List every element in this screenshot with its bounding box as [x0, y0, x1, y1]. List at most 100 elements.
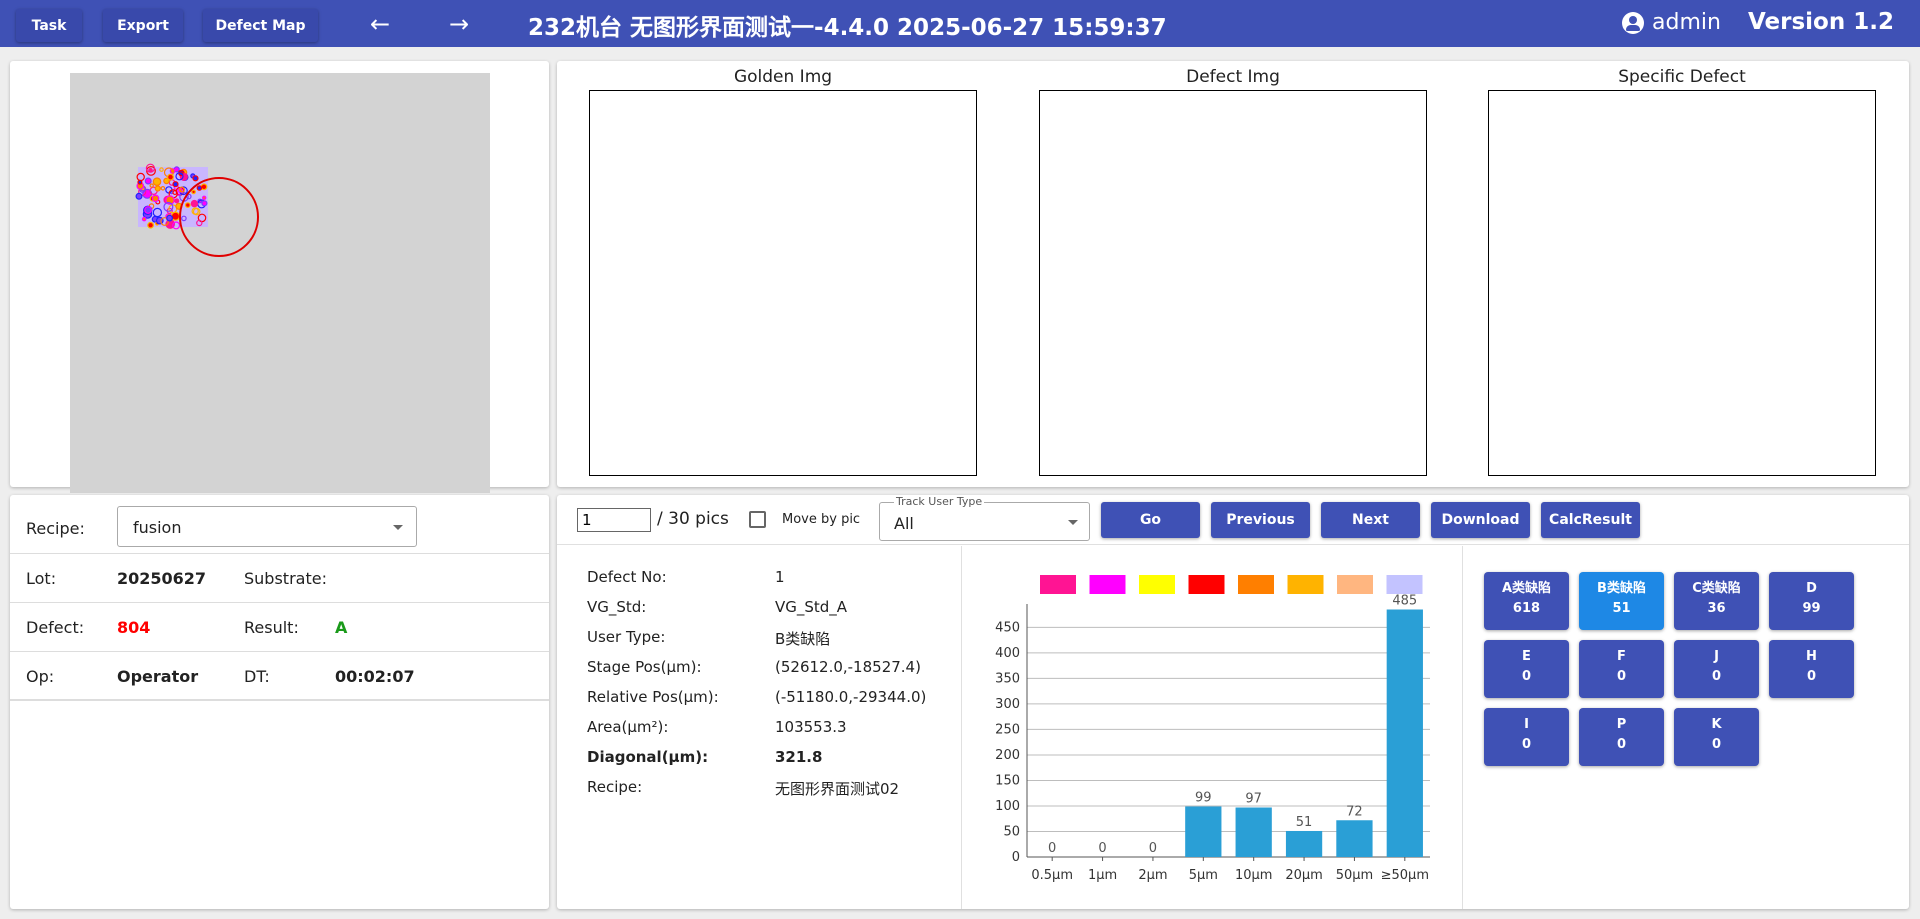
defect-class-button[interactable]: K0 — [1674, 708, 1759, 766]
legend-swatch — [1139, 575, 1175, 594]
images-panel: Golden Img Defect Img Specific Defect — [557, 61, 1909, 487]
result-label: Result: — [244, 618, 299, 637]
bar-value-label: 99 — [1195, 790, 1212, 805]
defect-dot — [201, 200, 208, 207]
export-button[interactable]: Export — [103, 9, 183, 42]
defect-dot — [152, 177, 162, 187]
recipe-row: Recipe: fusion — [10, 495, 549, 554]
y-tick-label: 350 — [995, 671, 1020, 686]
wafer-map-svg — [135, 163, 259, 257]
class-name: C类缺陷 — [1692, 581, 1741, 596]
detail-value: 321.8 — [775, 748, 823, 766]
result-value: A — [335, 618, 348, 637]
defect-class-button[interactable]: E0 — [1484, 640, 1569, 698]
class-name: D — [1806, 581, 1817, 596]
defect-img — [1039, 90, 1427, 476]
info-panel: Recipe: fusion Lot: 20250627 Substrate: … — [10, 495, 549, 909]
control-bar: / 30 pics Move by pic Track User Type Al… — [557, 495, 1909, 545]
defect-row: Defect: 804 Result: A — [10, 603, 549, 652]
detail-label: Recipe: — [587, 778, 643, 796]
dropdown-caret-icon — [1068, 520, 1078, 525]
previous-button[interactable]: Previous — [1211, 502, 1310, 538]
defect-class-button[interactable]: P0 — [1579, 708, 1664, 766]
defect-class-button[interactable]: I0 — [1484, 708, 1569, 766]
x-tick-label: 1μm — [1088, 868, 1117, 883]
golden-img — [589, 90, 977, 476]
defect-class-button[interactable]: J0 — [1674, 640, 1759, 698]
go-button[interactable]: Go — [1101, 502, 1200, 538]
defect-class-button[interactable]: H0 — [1769, 640, 1854, 698]
defect-map-panel — [10, 61, 549, 493]
y-tick-label: 50 — [1003, 824, 1020, 839]
class-name: P — [1616, 717, 1627, 732]
defect-label: Defect: — [26, 618, 85, 637]
defect-map-button[interactable]: Defect Map — [203, 9, 318, 42]
bar-value-label: 0 — [1048, 841, 1056, 856]
defect-count-value: 804 — [117, 618, 151, 637]
x-tick-label: 2μm — [1138, 868, 1167, 883]
track-user-type-label: Track User Type — [894, 495, 985, 508]
class-count: 51 — [1612, 601, 1631, 616]
x-tick-label: 20μm — [1285, 868, 1322, 883]
task-button[interactable]: Task — [16, 9, 82, 42]
legend-swatch — [1188, 575, 1225, 594]
download-button[interactable]: Download — [1431, 502, 1530, 538]
y-tick-label: 300 — [995, 697, 1020, 712]
forward-arrow-icon[interactable]: → — [439, 9, 479, 39]
defect-dot — [174, 198, 180, 204]
defect-dot — [141, 216, 147, 222]
legend-swatch — [1089, 575, 1126, 594]
class-count: 618 — [1512, 601, 1541, 616]
class-count: 0 — [1521, 669, 1532, 684]
lot-label: Lot: — [26, 569, 57, 588]
chart-svg: 0 50 100 150 200 250 300 350 400 450 0 0.5μm 0 1μm 0 2μ… — [995, 575, 1430, 883]
lot-value: 20250627 — [117, 569, 207, 588]
legend-swatch — [1040, 575, 1076, 594]
defect-dot — [192, 175, 199, 182]
defect-class-button[interactable]: D 99 — [1769, 572, 1854, 630]
op-value: Operator — [117, 667, 199, 686]
y-tick-label: 400 — [995, 646, 1020, 661]
detail-label: User Type: — [587, 628, 666, 646]
defect-class-button[interactable]: F0 — [1579, 640, 1664, 698]
size-distribution-chart: 0 50 100 150 200 250 300 350 400 450 0 0.5μm 0 1μm 0 2μ… — [963, 546, 1463, 909]
class-count: 0 — [1616, 737, 1627, 752]
defect-detail-panel: / 30 pics Move by pic Track User Type Al… — [557, 495, 1909, 909]
account-circle-icon — [1622, 11, 1644, 34]
defect-dot — [201, 195, 207, 201]
y-tick-label: 100 — [995, 799, 1020, 814]
defect-class-button[interactable]: A类缺陷 618 — [1484, 572, 1569, 630]
legend-swatch — [1287, 575, 1324, 594]
dt-value: 00:02:07 — [335, 667, 415, 686]
move-by-pic-label: Move by pic — [782, 512, 861, 527]
class-count: 36 — [1707, 601, 1726, 616]
defect-class-grid: A类缺陷 618 B类缺陷 51 C类缺陷 36 D 99 E 0 F 0 J 0 H 0 I 0 P 0 K 0 — [1464, 546, 1909, 909]
op-label: Op: — [26, 667, 55, 686]
move-by-pic-checkbox[interactable] — [749, 511, 766, 528]
defect-img-title: Defect Img — [1186, 67, 1280, 87]
defect-dot — [135, 192, 143, 200]
dropdown-caret-icon — [393, 525, 403, 530]
bar — [1185, 806, 1222, 857]
pics-count-label: / 30 pics — [657, 509, 729, 529]
calc-result-button[interactable]: CalcResult — [1541, 502, 1640, 538]
detail-value: (-51180.0,-29344.0) — [775, 688, 927, 706]
recipe-select[interactable]: fusion — [117, 506, 417, 547]
class-name: F — [1617, 649, 1626, 664]
user-menu[interactable]: admin — [1622, 10, 1721, 35]
next-button[interactable]: Next — [1321, 502, 1420, 538]
page-number-input[interactable] — [577, 508, 651, 532]
class-name: I — [1524, 717, 1529, 732]
track-user-type-select[interactable]: Track User Type All — [879, 495, 1090, 541]
bar — [1285, 830, 1323, 857]
wafer-map-canvas[interactable] — [70, 73, 490, 493]
back-arrow-icon[interactable]: ← — [360, 9, 400, 39]
defect-class-button[interactable]: B类缺陷 51 — [1579, 572, 1664, 630]
specific-defect-img — [1488, 90, 1876, 476]
defect-dot — [190, 199, 199, 208]
x-tick-label: ≥50μm — [1381, 868, 1429, 883]
defect-dot — [137, 179, 143, 185]
defect-class-button[interactable]: C类缺陷 36 — [1674, 572, 1759, 630]
defect-details: Defect No: 1 VG_Std: VG_Std_A User Type: B类缺陷… — [557, 546, 962, 909]
track-user-type-value: All — [894, 514, 914, 533]
